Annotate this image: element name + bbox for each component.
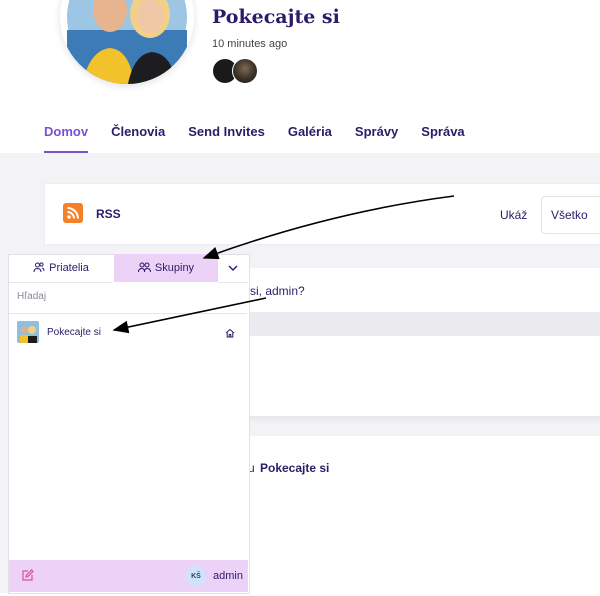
tab-home[interactable]: Domov — [44, 124, 89, 153]
tab-friends[interactable]: Priatelia — [9, 254, 113, 283]
activity-filter-value: Všetko — [551, 208, 588, 222]
chevron-down-icon — [228, 262, 238, 274]
avatar[interactable]: KŠ — [186, 566, 206, 586]
post-prompt: si, admin? — [250, 284, 305, 298]
tab-gallery[interactable]: Galéria — [288, 124, 332, 153]
rss-link[interactable]: RSS — [96, 207, 121, 221]
tab-groups[interactable]: Skupiny — [114, 254, 218, 282]
tab-manage[interactable]: Správa — [421, 124, 464, 153]
edit-icon[interactable] — [21, 569, 34, 587]
list-item[interactable]: Pokecajte si — [9, 319, 247, 345]
rss-icon[interactable] — [63, 203, 83, 223]
post-form-body[interactable] — [240, 336, 600, 416]
home-icon — [225, 325, 235, 343]
popup-search — [9, 283, 247, 314]
group-item-name: Pokecajte si — [47, 327, 101, 338]
last-active-time: 10 minutes ago — [212, 38, 288, 50]
groups-icon — [137, 261, 151, 276]
tab-messages[interactable]: Správy — [355, 124, 398, 153]
group-nav: Domov Členovia Send Invites Galéria Sprá… — [44, 124, 488, 153]
group-title: Pokecajte si — [212, 6, 340, 28]
activity-item — [240, 436, 600, 596]
tab-members[interactable]: Členovia — [111, 124, 165, 153]
group-thumbnail — [17, 321, 39, 343]
member-avatar[interactable] — [232, 58, 258, 84]
group-avatar[interactable] — [60, 0, 194, 84]
tabs-more-button[interactable] — [218, 254, 248, 283]
search-input[interactable] — [15, 290, 239, 303]
post-form-toolbar — [240, 312, 600, 336]
tab-send-invites[interactable]: Send Invites — [188, 124, 265, 153]
activity-group-link[interactable]: Pokecajte si — [260, 461, 329, 475]
footer-username[interactable]: admin — [213, 570, 243, 582]
filter-label: Ukáž — [500, 208, 528, 222]
popup-footer: KŠ admin — [9, 560, 248, 592]
friends-icon — [33, 261, 45, 276]
tab-groups-label: Skupiny — [154, 262, 195, 274]
tab-friends-label: Priatelia — [49, 262, 89, 274]
